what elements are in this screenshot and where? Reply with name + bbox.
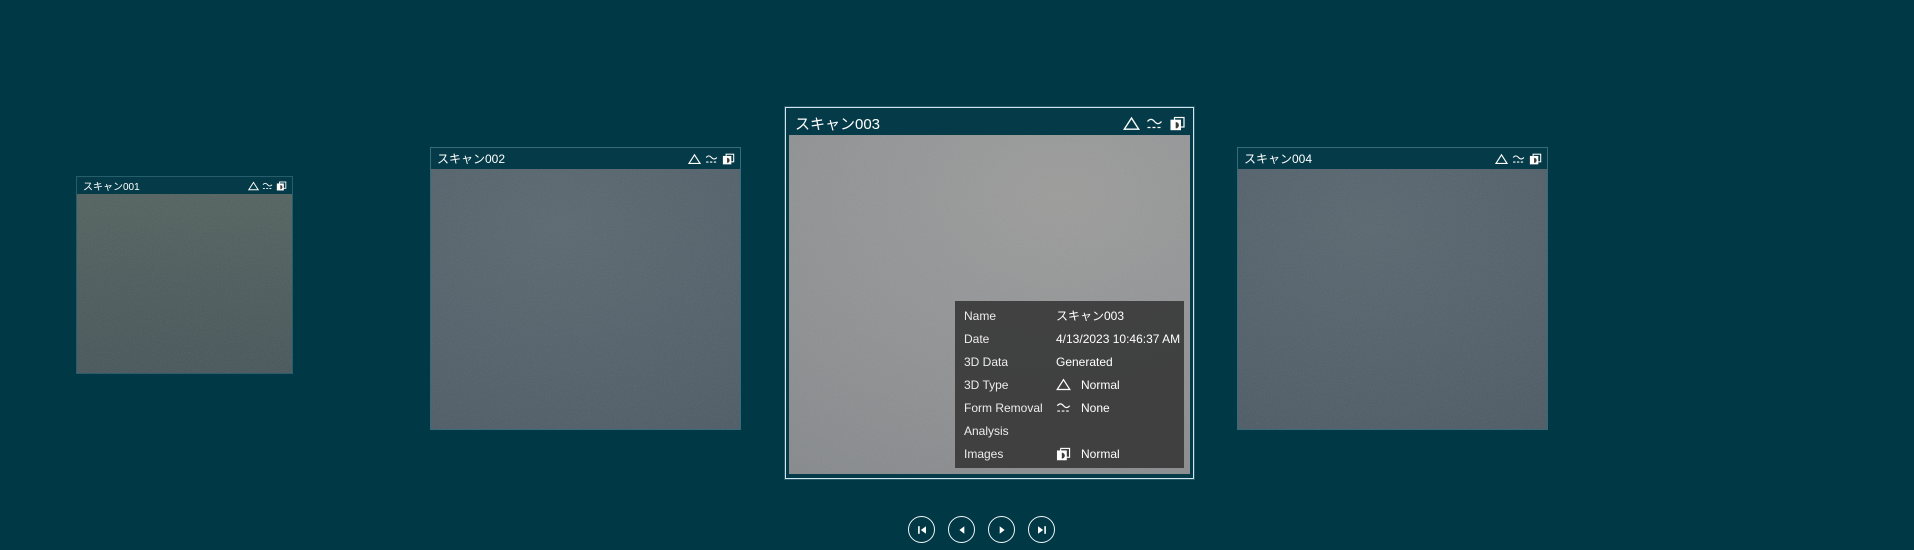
card-status-icons	[1495, 153, 1542, 165]
images-icon	[1056, 447, 1074, 461]
3d-type-triangle-icon	[688, 153, 701, 164]
scan-thumbnail	[1238, 169, 1547, 429]
info-label: Form Removal	[964, 400, 1043, 415]
last-button[interactable]	[1028, 516, 1055, 543]
images-icon	[1529, 153, 1542, 164]
next-button[interactable]	[988, 516, 1015, 543]
noise-texture	[1238, 169, 1547, 429]
next-arrow-icon	[999, 525, 1005, 534]
scan-title: スキャン002	[437, 152, 506, 166]
info-row-date: Date 4/13/2023 10:46:37 AM	[955, 327, 1184, 350]
images-icon	[276, 181, 287, 190]
form-removal-icon	[1512, 154, 1525, 163]
scan-title: スキャン004	[1244, 152, 1313, 166]
scan-card-002[interactable]: スキャン002	[430, 147, 741, 430]
carousel-navigation	[908, 516, 1055, 543]
info-row-images: Images Normal	[955, 442, 1184, 465]
info-label: Name	[964, 308, 997, 323]
info-value: スキャン003	[1056, 309, 1125, 323]
card-status-icons	[688, 153, 735, 165]
scan-thumbnail: Name スキャン003 Date 4/13/2023 10:46:37 AM …	[789, 135, 1190, 474]
card-status-icons	[1123, 116, 1186, 131]
form-removal-icon	[262, 182, 273, 189]
skip-to-first-icon	[917, 525, 926, 534]
form-removal-icon	[1056, 401, 1074, 414]
info-row-name: Name スキャン003	[955, 304, 1184, 327]
info-value: 4/13/2023 10:46:37 AM	[1056, 331, 1181, 346]
info-label: Images	[964, 446, 1004, 461]
skip-to-last-icon	[1037, 525, 1046, 534]
3d-type-triangle-icon	[1495, 153, 1508, 164]
noise-texture	[431, 169, 740, 429]
card-titlebar: スキャン002	[431, 148, 740, 169]
info-value: Normal	[1081, 377, 1120, 392]
form-removal-icon	[1147, 118, 1162, 128]
scan-gallery: スキャン001 スキャン002 スキャン003 Name スキャン003 Dat…	[0, 0, 1914, 550]
card-titlebar: スキャン001	[77, 177, 292, 194]
info-row-3d-type: 3D Type Normal	[955, 373, 1184, 396]
images-icon	[722, 153, 735, 164]
info-value: Normal	[1081, 446, 1120, 461]
scan-info-panel: Name スキャン003 Date 4/13/2023 10:46:37 AM …	[955, 301, 1184, 468]
info-label: Analysis	[964, 423, 1009, 438]
images-icon	[1170, 116, 1185, 130]
scan-title: スキャン001	[83, 182, 140, 193]
card-titlebar: スキャン004	[1238, 148, 1547, 169]
info-label: 3D Type	[964, 377, 1009, 392]
info-label: 3D Data	[964, 354, 1009, 369]
info-value: None	[1081, 400, 1110, 415]
noise-texture	[77, 194, 292, 373]
first-button[interactable]	[908, 516, 935, 543]
scan-card-004[interactable]: スキャン004	[1237, 147, 1548, 430]
card-status-icons	[248, 181, 287, 191]
previous-button[interactable]	[948, 516, 975, 543]
scan-card-003-selected[interactable]: スキャン003 Name スキャン003 Date 4/13/2023 10:4…	[785, 107, 1194, 479]
info-row-analysis: Analysis	[955, 419, 1184, 442]
3d-type-triangle-icon	[248, 181, 259, 190]
form-removal-icon	[705, 154, 718, 163]
scan-thumbnail	[431, 169, 740, 429]
scan-title: スキャン003	[795, 115, 881, 133]
triangle-icon	[1056, 378, 1074, 391]
scan-card-001[interactable]: スキャン001	[76, 176, 293, 374]
info-value: Generated	[1056, 354, 1113, 369]
info-label: Date	[964, 331, 990, 346]
info-row-form-removal: Form Removal None	[955, 396, 1184, 419]
previous-arrow-icon	[958, 525, 964, 534]
card-titlebar: スキャン003	[789, 111, 1190, 135]
3d-type-triangle-icon	[1123, 116, 1140, 130]
scan-thumbnail	[77, 194, 292, 373]
info-row-3d-data: 3D Data Generated	[955, 350, 1184, 373]
